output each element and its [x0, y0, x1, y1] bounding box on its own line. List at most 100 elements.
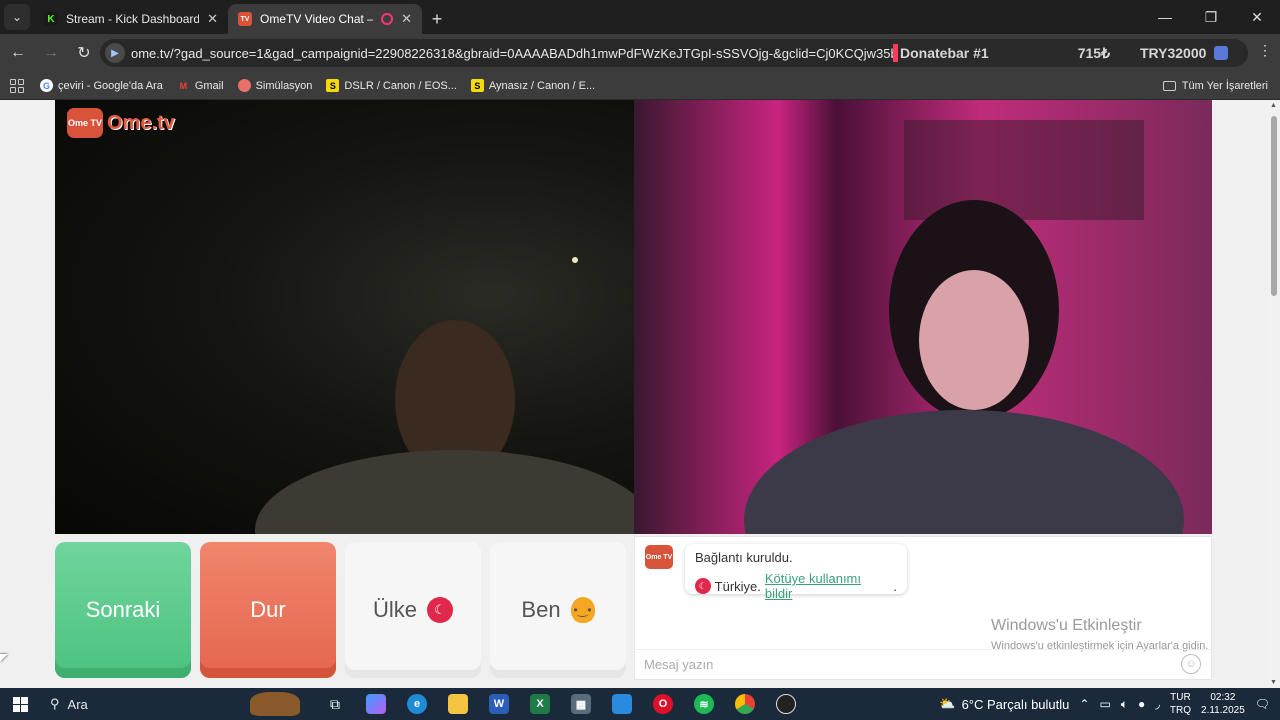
close-icon[interactable]: ✕ [401, 11, 412, 27]
extension-icon[interactable] [1214, 46, 1229, 60]
opera-icon[interactable]: O [648, 689, 678, 719]
emoji-icon[interactable]: ☺ [1181, 654, 1201, 674]
window-controls: — ❐ ✕ [1142, 0, 1280, 34]
remote-video [634, 100, 1212, 534]
windows-icon [12, 696, 28, 712]
bookmark-label: Gmail [194, 79, 224, 92]
battery-icon[interactable]: ▭ [1099, 697, 1110, 711]
weather-icon: ⛅ [939, 696, 956, 711]
url-text[interactable]: ome.tv/?gad_source=1&gad_campaignid=2290… [131, 46, 901, 61]
donatebar-amount: 715₺ [1077, 44, 1110, 61]
donatebar-accent [893, 44, 898, 62]
person-body [255, 450, 634, 534]
bookmark-dslr[interactable]: S DSLR / Canon / EOS... [326, 79, 457, 92]
bookmarks-bar: G çeviri - Google'da Ara M Gmail Simülas… [0, 72, 1280, 100]
copilot-icon[interactable] [361, 689, 391, 719]
browser-toolbar: ← → ↻ ▶ ome.tv/?gad_source=1&gad_campaig… [0, 34, 1280, 72]
tab-search-button[interactable]: ⌄ [4, 4, 30, 30]
maximize-icon[interactable]: ❐ [1188, 9, 1234, 26]
lang-top: TUR [1170, 692, 1191, 703]
menu-icon[interactable]: ⋮ [1258, 42, 1272, 59]
network-icon[interactable]: ◞ [1155, 697, 1160, 711]
activation-title: Windows'u Etkinleştir [991, 617, 1142, 634]
tab-title: OmeTV Video Chat — Ome [260, 12, 373, 26]
close-icon[interactable]: ✕ [207, 11, 218, 27]
minimize-icon[interactable]: — [1142, 9, 1188, 25]
microphone-icon[interactable]: ● [1138, 697, 1145, 711]
me-label: Ben [521, 597, 561, 622]
bison-icon [250, 692, 300, 716]
windows-activation-watermark: Windows'u Etkinleştir Windows'u etkinleş… [991, 617, 1231, 652]
start-button[interactable] [0, 696, 40, 712]
lang-bottom: TRQ [1169, 705, 1192, 716]
bookmark-gmail[interactable]: M Gmail [177, 79, 224, 92]
country-button[interactable]: Ülke ☾ [345, 542, 481, 678]
close-window-icon[interactable]: ✕ [1234, 9, 1280, 26]
person-face [919, 270, 1029, 410]
task-view-icon[interactable]: ⧉ [320, 689, 350, 719]
reload-icon[interactable]: ↻ [69, 38, 99, 68]
bookmark-simulasyon[interactable]: Simülasyon [237, 79, 313, 92]
spotify-icon[interactable]: ≋ [689, 689, 719, 719]
clock-date: 2.11.2025 [1201, 705, 1245, 716]
scrollbar-thumb[interactable] [1271, 116, 1277, 296]
bookmark-label: Simülasyon [255, 79, 313, 92]
donatebar-label: Donatebar #1 [900, 45, 989, 61]
bookmark-label: Aynasız / Canon / E... [488, 79, 596, 92]
back-icon[interactable]: ← [3, 38, 33, 68]
excel-icon[interactable]: X [525, 689, 555, 719]
bookmark-label: çeviri - Google'da Ara [58, 79, 163, 92]
person-hoodie [744, 410, 1184, 534]
taskbar-search[interactable]: ⚲ Ara [40, 692, 300, 716]
country-label: Ülke [372, 597, 417, 622]
wall-posters [904, 120, 1144, 220]
page-scrollbar[interactable]: ▲ ▼ [1268, 100, 1280, 688]
chevron-up-icon[interactable]: ⌃ [1079, 697, 1089, 711]
donatebar-total: TRY32000 [1140, 45, 1207, 61]
woman-emoji-icon: •‿• [570, 597, 595, 623]
tab-kick-dashboard[interactable]: K Stream - Kick Dashboard ✕ [34, 4, 228, 34]
address-bar[interactable]: ▶ ome.tv/?gad_source=1&gad_campaignid=22… [100, 39, 1248, 67]
tab-ometv[interactable]: TV OmeTV Video Chat — Ome ✕ [228, 4, 422, 34]
forward-icon[interactable]: → [36, 38, 66, 68]
site-info-icon[interactable]: ▶ [105, 43, 125, 63]
calculator-icon[interactable]: ▦ [566, 689, 596, 719]
remote-video-figure [744, 120, 1184, 534]
period: . [893, 578, 897, 594]
scroll-up-icon[interactable]: ▲ [1270, 102, 1277, 109]
chrome-icon[interactable] [730, 689, 760, 719]
search-label: Ara [67, 696, 88, 712]
bookmark-ceviri[interactable]: G çeviri - Google'da Ara [40, 79, 163, 92]
explorer-icon[interactable] [443, 689, 473, 719]
weather-widget[interactable]: ⛅ 6°C Parçalı bulutlu [939, 696, 1069, 712]
mouse-cursor-icon [0, 654, 8, 662]
browser-tab-bar: ⌄ K Stream - Kick Dashboard ✕ TV OmeTV V… [0, 0, 1280, 34]
scroll-down-icon[interactable]: ▼ [1270, 679, 1277, 686]
country-text: Türkiye. [714, 578, 761, 594]
chat-logo-icon: Ome TV [645, 545, 673, 569]
windows-taskbar: ⚲ Ara ⧉ e W X ▦ O ≋ ⛅ 6°C Parçalı bulutl… [0, 688, 1280, 720]
message-input[interactable]: Mesaj yazın [644, 657, 713, 672]
all-bookmarks[interactable]: Tüm Yer İşaretleri [1162, 79, 1268, 92]
apps-grid-icon[interactable] [10, 78, 24, 93]
stop-button[interactable]: Dur [200, 542, 336, 678]
all-bookmarks-label: Tüm Yer İşaretleri [1181, 79, 1268, 92]
divider [635, 649, 1211, 650]
next-button[interactable]: Sonraki [55, 542, 191, 678]
obs-icon[interactable] [771, 689, 801, 719]
language-indicator[interactable]: TUR TRQ [1170, 691, 1191, 717]
word-icon[interactable]: W [484, 689, 514, 719]
street-light [572, 257, 578, 263]
new-tab-button[interactable]: + [422, 4, 452, 34]
sim-icon [237, 79, 251, 92]
report-abuse-link[interactable]: Kötüye kullanımı bildir [765, 571, 889, 601]
bookmark-aynasiz[interactable]: S Aynasız / Canon / E... [470, 79, 596, 92]
notification-icon[interactable]: 🗨︎ [1255, 697, 1270, 711]
clock[interactable]: 02:32 2.11.2025 [1201, 691, 1245, 717]
folder-icon [1162, 80, 1176, 91]
edge-icon[interactable]: e [402, 689, 432, 719]
bookmark-label: DSLR / Canon / EOS... [344, 79, 457, 92]
store-icon[interactable] [607, 689, 637, 719]
me-button[interactable]: Ben •‿• [490, 542, 626, 678]
volume-icon[interactable]: 🔈︎ [1121, 697, 1128, 712]
